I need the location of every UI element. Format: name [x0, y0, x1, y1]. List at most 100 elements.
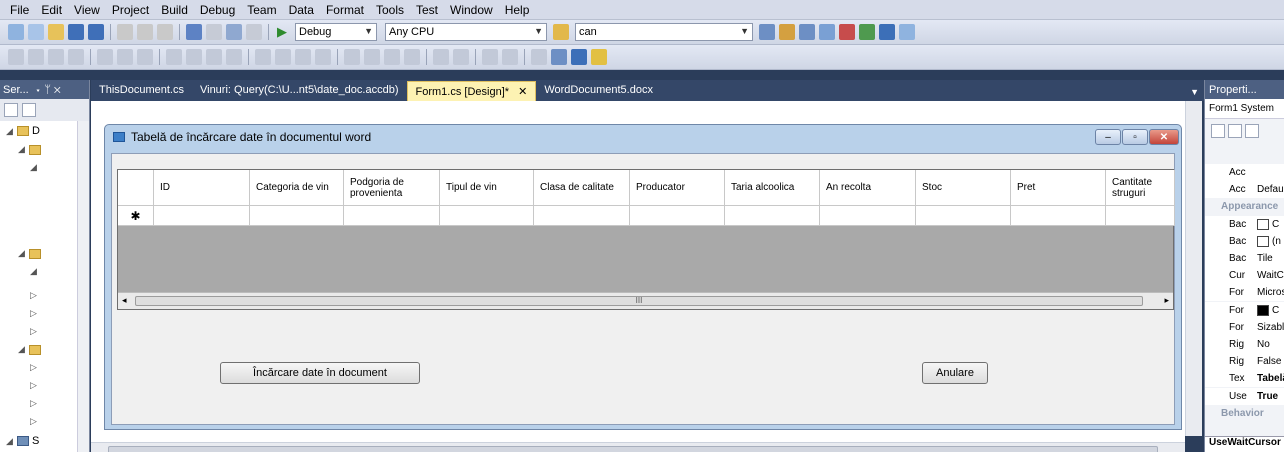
object-browser-icon[interactable]: [799, 24, 815, 40]
column-header-podgoria[interactable]: Podgoria de provenienta: [344, 170, 440, 206]
new-row[interactable]: ✱: [118, 206, 1175, 226]
property-row[interactable]: Bac Tile: [1205, 250, 1284, 267]
open-folder-icon[interactable]: [48, 24, 64, 40]
column-header-taria[interactable]: Taria alcoolica: [725, 170, 820, 206]
property-category[interactable]: Behavior: [1205, 404, 1284, 422]
horizontal-spacing-increase-icon[interactable]: [275, 49, 291, 65]
column-header-tipul[interactable]: Tipul de vin: [440, 170, 534, 206]
align-to-grid-icon[interactable]: [8, 49, 24, 65]
align-centers-icon[interactable]: [48, 49, 64, 65]
tree-item[interactable]: ▷: [30, 380, 38, 391]
property-value[interactable]: Tile: [1255, 253, 1273, 264]
center-horizontally-icon[interactable]: [433, 49, 449, 65]
form-window[interactable]: Tabelă de încărcare date în documentul w…: [104, 124, 1182, 430]
property-row[interactable]: Cur WaitC: [1205, 267, 1284, 285]
property-value[interactable]: Sizable: [1255, 322, 1284, 333]
tree-item[interactable]: ▷: [30, 308, 38, 319]
property-value[interactable]: No: [1255, 339, 1270, 350]
align-rights-icon[interactable]: [68, 49, 84, 65]
tree-item[interactable]: ◢: [30, 266, 38, 277]
start-debugging-icon[interactable]: ▶: [277, 24, 287, 40]
solution-explorer-icon[interactable]: [759, 24, 775, 40]
panel-controls-icon[interactable]: ▾ ᛘ ✕: [35, 84, 61, 96]
property-row[interactable]: Rig False: [1205, 353, 1284, 371]
grid-cell[interactable]: [250, 206, 344, 226]
menu-edit[interactable]: Edit: [35, 3, 68, 17]
menu-window[interactable]: Window: [444, 3, 499, 17]
align-lefts-icon[interactable]: [28, 49, 44, 65]
vertical-spacing-increase-icon[interactable]: [364, 49, 380, 65]
grid-cell[interactable]: [154, 206, 250, 226]
property-row[interactable]: Acc: [1205, 164, 1284, 181]
column-header-clasa[interactable]: Clasa de calitate: [534, 170, 630, 206]
windows-icon[interactable]: [899, 24, 915, 40]
copy-icon[interactable]: [137, 24, 153, 40]
grid-cell[interactable]: [344, 206, 440, 226]
scroll-right-icon[interactable]: ▸: [1164, 295, 1169, 306]
property-row[interactable]: For Micros: [1205, 284, 1284, 302]
refresh-icon[interactable]: [4, 103, 18, 117]
lock-controls-icon[interactable]: [551, 49, 567, 65]
scroll-thumb[interactable]: III: [135, 296, 1143, 306]
menu-data[interactable]: Data: [283, 3, 320, 17]
align-bottoms-icon[interactable]: [137, 49, 153, 65]
tab-worddocument[interactable]: WordDocument5.docx: [536, 81, 661, 101]
navigate-backward-icon[interactable]: [226, 24, 242, 40]
format-icon[interactable]: [571, 49, 587, 65]
menu-project[interactable]: Project: [106, 3, 155, 17]
property-value[interactable]: False: [1255, 356, 1281, 367]
cut-icon[interactable]: [117, 24, 133, 40]
property-row[interactable]: For C: [1205, 301, 1284, 319]
close-icon[interactable]: ✕: [518, 86, 527, 98]
undo-icon[interactable]: [186, 24, 202, 40]
property-value[interactable]: Tabelă: [1255, 373, 1284, 384]
extension-manager-icon[interactable]: [879, 24, 895, 40]
menu-team[interactable]: Team: [241, 3, 282, 17]
alphabetical-icon[interactable]: [1228, 124, 1242, 138]
menu-debug[interactable]: Debug: [194, 3, 241, 17]
property-value[interactable]: True: [1255, 391, 1278, 402]
vertical-spacing-decrease-icon[interactable]: [384, 49, 400, 65]
tree-item[interactable]: ▷: [30, 362, 38, 373]
tree-item[interactable]: ▷: [30, 326, 38, 337]
make-same-width-icon[interactable]: [166, 49, 182, 65]
property-value[interactable]: C: [1255, 218, 1279, 230]
object-selector[interactable]: Form1 System: [1205, 99, 1284, 119]
find-combo[interactable]: can ▼: [575, 23, 753, 41]
save-icon[interactable]: [68, 24, 84, 40]
toolbox-icon[interactable]: [819, 24, 835, 40]
align-middles-icon[interactable]: [117, 49, 133, 65]
grid-cell[interactable]: [820, 206, 916, 226]
property-row[interactable]: Rig No: [1205, 336, 1284, 353]
server-explorer-scrollbar[interactable]: [77, 121, 89, 452]
send-to-back-icon[interactable]: [502, 49, 518, 65]
stop-refresh-icon[interactable]: [22, 103, 36, 117]
tab-thisdocument[interactable]: ThisDocument.cs: [91, 81, 192, 101]
properties-window-icon[interactable]: [779, 24, 795, 40]
tab-order-icon[interactable]: [531, 49, 547, 65]
tree-item[interactable]: ◢: [18, 144, 41, 155]
grid-cell[interactable]: [916, 206, 1011, 226]
find-in-files-icon[interactable]: [553, 24, 569, 40]
make-same-size-icon[interactable]: [206, 49, 222, 65]
property-row[interactable]: Bac C: [1205, 215, 1284, 233]
property-category[interactable]: Appearance: [1205, 198, 1284, 216]
column-header-pret[interactable]: Pret: [1011, 170, 1106, 206]
horizontal-spacing-equal-icon[interactable]: [255, 49, 271, 65]
properties-icon[interactable]: [1245, 124, 1259, 138]
tree-item[interactable]: ◢: [30, 162, 38, 173]
grid-horizontal-scrollbar[interactable]: ◂ III ▸: [118, 292, 1173, 309]
property-row[interactable]: For Sizable: [1205, 318, 1284, 336]
cancel-button[interactable]: Anulare: [922, 362, 988, 384]
grid-cell[interactable]: [725, 206, 820, 226]
property-value[interactable]: (n: [1255, 235, 1281, 247]
scroll-left-icon[interactable]: ◂: [122, 295, 127, 306]
column-header-categoria[interactable]: Categoria de vin: [250, 170, 344, 206]
column-header-cantitate[interactable]: Cantitate struguri: [1106, 170, 1175, 206]
menu-build[interactable]: Build: [155, 3, 194, 17]
tree-item-data-connections[interactable]: ◢ D: [6, 125, 40, 137]
menu-test[interactable]: Test: [410, 3, 444, 17]
property-value[interactable]: Defaul: [1255, 184, 1284, 195]
highlight-icon[interactable]: [591, 49, 607, 65]
make-same-height-icon[interactable]: [186, 49, 202, 65]
